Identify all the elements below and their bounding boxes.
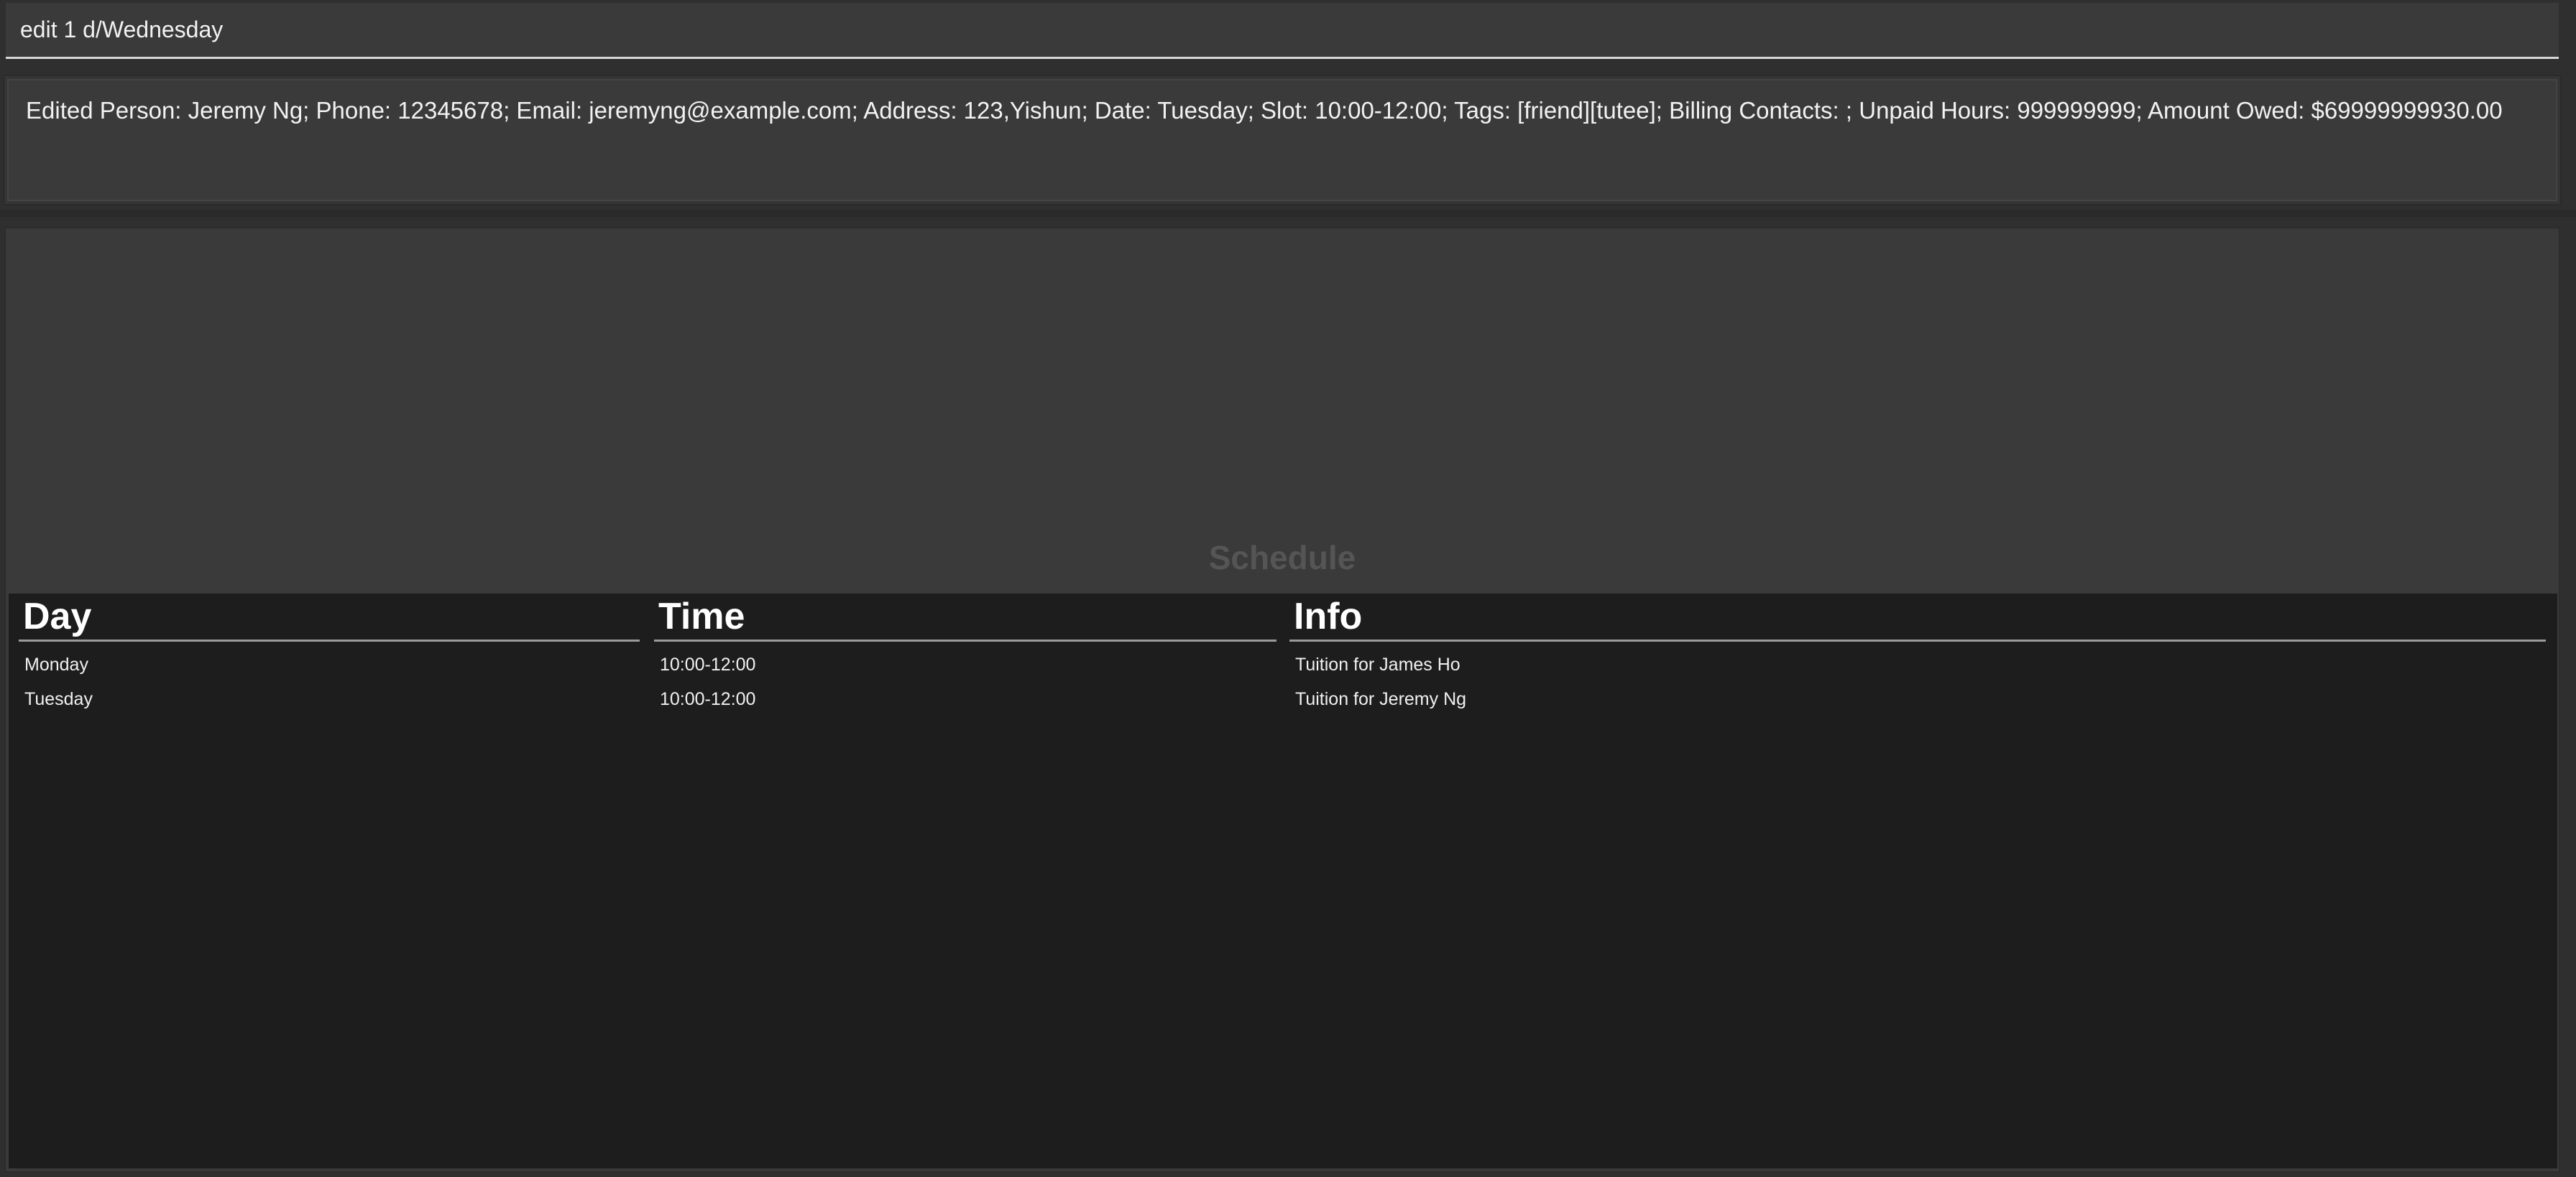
schedule-table: Day Monday Tuesday Time 10:00-12:00 10:0…: [9, 594, 2557, 1168]
time-cell[interactable]: 10:00-12:00: [654, 647, 1276, 682]
day-column: Day Monday Tuesday: [19, 594, 640, 716]
app-window: Edited Person: Jeremy Ng; Phone: 1234567…: [0, 0, 2576, 1177]
info-cell[interactable]: Tuition for James Ho: [1289, 647, 2546, 682]
schedule-panel: Schedule Day Monday Tuesday Time 10:00-1…: [4, 227, 2560, 1173]
command-box: [6, 3, 2559, 59]
day-cell[interactable]: Tuesday: [19, 682, 640, 716]
time-cell[interactable]: 10:00-12:00: [654, 682, 1276, 716]
day-cell[interactable]: Monday: [19, 647, 640, 682]
result-display-area[interactable]: Edited Person: Jeremy Ng; Phone: 1234567…: [7, 79, 2557, 201]
info-column: Info Tuition for James Ho Tuition for Je…: [1289, 594, 2546, 716]
command-input[interactable]: [20, 3, 2536, 56]
info-cell[interactable]: Tuition for Jeremy Ng: [1289, 682, 2546, 716]
split-divider[interactable]: [0, 210, 2576, 217]
result-message: Edited Person: Jeremy Ng; Phone: 1234567…: [26, 97, 2503, 124]
info-column-header: Info: [1289, 594, 2546, 642]
day-column-header: Day: [19, 594, 640, 642]
time-column-header: Time: [654, 594, 1276, 642]
schedule-title: Schedule: [1208, 539, 1356, 576]
result-display: Edited Person: Jeremy Ng; Phone: 1234567…: [3, 75, 2562, 206]
time-column: Time 10:00-12:00 10:00-12:00: [654, 594, 1276, 716]
